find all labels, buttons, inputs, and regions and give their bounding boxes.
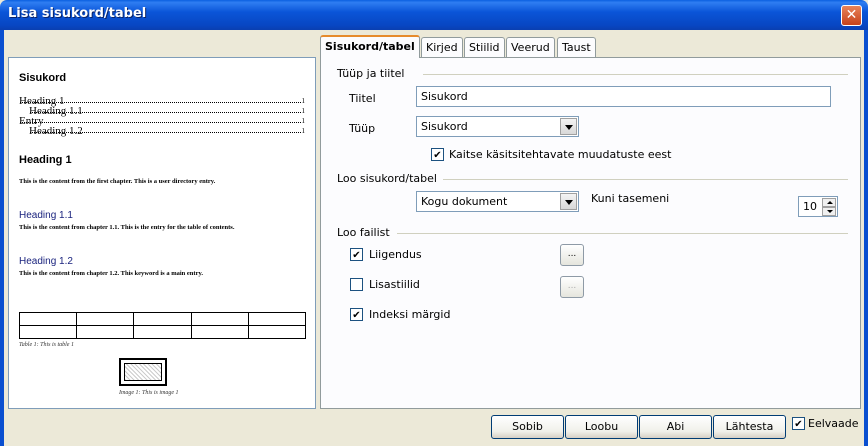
chevron-down-icon[interactable] (560, 193, 577, 210)
index-marks-label: Indeksi märgid (369, 308, 451, 321)
title-bar[interactable]: Lisa sisukord/tabel ✕ (0, 0, 868, 30)
reset-button[interactable]: Lähtesta (713, 415, 786, 439)
tab-background[interactable]: Taust (557, 37, 596, 57)
extra-styles-label: Lisastiilid (369, 278, 420, 291)
preview-body-text: This is the content from chapter 1.2. Th… (19, 270, 203, 277)
window-frame-left (0, 30, 4, 446)
preview-label: Eelvaade (808, 417, 859, 430)
extra-styles-checkbox[interactable] (350, 278, 363, 291)
preview-image-caption: Image 1: This is image 1 (119, 390, 179, 396)
preview-heading-1-2: Heading 1.2 (19, 256, 73, 267)
preview-checkbox[interactable] (792, 417, 805, 430)
spin-down-icon[interactable] (822, 207, 836, 216)
index-marks-checkbox[interactable] (350, 308, 363, 321)
section-create-from: Loo failist (337, 226, 390, 239)
outline-options-button[interactable]: ... (560, 244, 584, 266)
window-title: Lisa sisukord/tabel (8, 6, 147, 21)
cancel-button[interactable]: Loobu (565, 415, 638, 439)
chevron-down-icon[interactable] (560, 118, 577, 135)
tab-styles[interactable]: Stiilid (464, 37, 505, 57)
preview-heading-1-1: Heading 1.1 (19, 210, 73, 221)
preview-toc-entry: Heading 1.2 1 (29, 125, 305, 137)
protect-checkbox[interactable] (431, 148, 444, 161)
help-button[interactable]: Abi (639, 415, 712, 439)
tab-entries[interactable]: Kirjed (421, 37, 463, 57)
preview-table-caption: Table 1: This is table 1 (19, 342, 74, 348)
close-icon: ✕ (845, 7, 858, 23)
preview-body-text: This is the content from chapter 1.1. Th… (19, 224, 235, 231)
tab-toc[interactable]: Sisukord/tabel (320, 35, 420, 58)
preview-toc-title: Sisukord (19, 72, 67, 84)
window-frame-right (864, 30, 868, 446)
outline-checkbox[interactable] (350, 248, 363, 261)
ok-button[interactable]: Sobib (491, 415, 564, 439)
type-select[interactable]: Sisukord (416, 116, 579, 137)
preview-body-text: This is the content from the first chapt… (19, 178, 216, 185)
section-divider (423, 74, 848, 75)
outline-label: Liigendus (369, 248, 422, 261)
section-type-title: Tüüp ja tiitel (337, 67, 405, 80)
spin-up-icon[interactable] (822, 198, 836, 207)
protect-label: Kaitse käsitsitehtavate muudatuste eest (449, 148, 672, 161)
extra-styles-options-button[interactable]: ... (560, 276, 584, 298)
level-label: Kuni tasemeni (591, 192, 670, 205)
section-divider (397, 233, 848, 234)
section-create: Loo sisukord/tabel (337, 172, 437, 185)
tab-columns[interactable]: Veerud (506, 37, 555, 57)
level-spinner[interactable]: 10 (798, 196, 838, 217)
title-label: Tiitel (349, 92, 376, 105)
preview-table (18, 312, 307, 339)
preview-heading-1: Heading 1 (19, 154, 72, 166)
section-divider (443, 179, 848, 180)
title-input[interactable]: Sisukord (416, 86, 831, 107)
preview-toc-entry: Heading 1.1 1 (29, 105, 305, 117)
scope-select[interactable]: Kogu dokument (416, 191, 579, 212)
toc-panel: Tüüp ja tiitel Tiitel Sisukord Tüüp Sisu… (320, 57, 861, 409)
type-label: Tüüp (349, 122, 376, 135)
preview-pane: Sisukord Heading 11 Heading 1.1 1 Entry 1 … (8, 57, 316, 409)
close-button[interactable]: ✕ (841, 5, 862, 26)
preview-image (119, 358, 167, 386)
